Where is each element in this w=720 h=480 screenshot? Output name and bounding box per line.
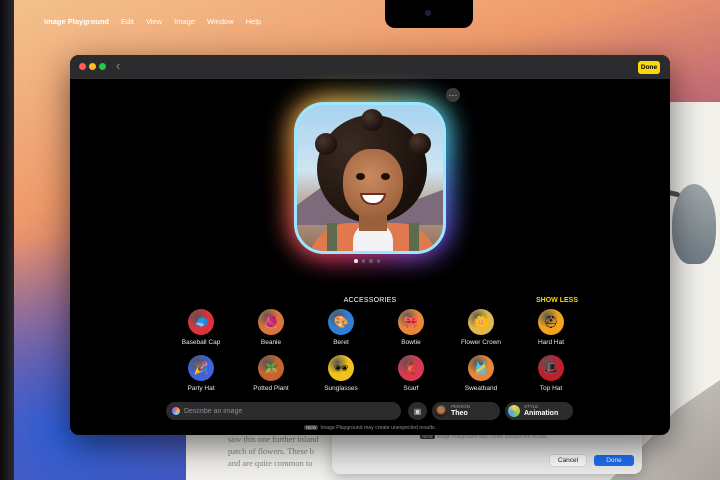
- beret-icon: 🎨: [328, 309, 354, 335]
- done-button[interactable]: Done: [638, 61, 660, 74]
- page-dot[interactable]: [354, 259, 358, 263]
- menu-edit[interactable]: Edit: [121, 17, 134, 26]
- style-key: STYLE: [524, 404, 539, 409]
- menu-bar: Image Playground Edit View Image Window …: [14, 12, 720, 30]
- accessory-item[interactable]: 🎽 Sweatband: [446, 355, 516, 395]
- person-selector[interactable]: PERSON Theo: [432, 402, 500, 420]
- doc-line: and are quite common to: [228, 458, 313, 468]
- style-icon: [508, 405, 520, 417]
- accessory-label: Baseball Cap: [181, 339, 221, 346]
- accessory-label: Sweatband: [464, 385, 498, 392]
- accessory-item[interactable]: 🧢 Baseball Cap: [166, 309, 236, 349]
- warning-text: Image Playground may create unexpected r…: [320, 425, 437, 431]
- fullscreen-window-icon[interactable]: [99, 63, 106, 70]
- accessory-label: Beanie: [260, 339, 282, 346]
- top-hat-icon: 🎩: [538, 355, 564, 381]
- beanie-icon: 🧶: [258, 309, 284, 335]
- accessory-item[interactable]: 🕶 Sunglasses: [306, 355, 376, 395]
- menu-view[interactable]: View: [146, 17, 162, 26]
- accessory-item[interactable]: 🌼 Flower Crown: [446, 309, 516, 349]
- photos-icon: ▣: [413, 406, 422, 416]
- style-value: Animation: [524, 410, 559, 417]
- accessory-label: Party Hat: [187, 385, 215, 392]
- accessory-label: Top Hat: [539, 385, 563, 392]
- bowtie-icon: 🎀: [398, 309, 424, 335]
- camera-notch: [385, 0, 473, 28]
- accessories-grid: 🧢 Baseball Cap 🧶 Beanie 🎨 Beret 🎀 Bowtie 🌼 Flower…: [166, 309, 586, 395]
- page-dot[interactable]: [361, 259, 365, 263]
- menu-image[interactable]: Image: [174, 17, 195, 26]
- accessory-label: Beret: [333, 339, 349, 346]
- accessory-label: Sunglasses: [324, 385, 358, 392]
- backpack-strap: [327, 223, 337, 251]
- party-hat-icon: 🎉: [188, 355, 214, 381]
- eye: [381, 173, 390, 180]
- camera-icon: [425, 10, 431, 16]
- face: [343, 149, 403, 219]
- close-window-icon[interactable]: [79, 63, 86, 70]
- page-dot[interactable]: [376, 259, 380, 263]
- sunglasses-icon: 🕶: [328, 355, 354, 381]
- accessory-label: Hard Hat: [537, 339, 564, 346]
- smile: [360, 193, 386, 205]
- playground-icon: [172, 407, 180, 415]
- hair-curl: [409, 133, 431, 155]
- potted-plant-icon: 🪴: [258, 355, 284, 381]
- menu-window[interactable]: Window: [207, 17, 234, 26]
- back-chevron-icon[interactable]: ‹: [116, 59, 120, 73]
- describe-image-input[interactable]: [184, 404, 394, 418]
- page-indicator: [354, 259, 380, 263]
- person-value: Theo: [451, 410, 468, 417]
- doc-line: patch of flowers. These b: [228, 446, 314, 456]
- accessory-item[interactable]: ⛑ Hard Hat: [516, 309, 586, 349]
- accessory-label: Potted Plant: [253, 385, 289, 392]
- accessories-header: ACCESSORIES: [343, 297, 397, 304]
- image-playground-window: ‹ Done ··· ACCESSORIES SHOW LESS 🧢 Baseba…: [70, 55, 670, 435]
- accessory-item[interactable]: 🧶 Beanie: [236, 309, 306, 349]
- backpack-strap: [409, 223, 419, 251]
- dialog-done-button[interactable]: Done: [594, 455, 634, 466]
- accessory-item[interactable]: 🎀 Bowtie: [376, 309, 446, 349]
- warning-line: NEW Image Playground may create unexpecte…: [70, 425, 670, 431]
- accessory-item[interactable]: 🎩 Top Hat: [516, 355, 586, 395]
- accessory-item[interactable]: 🎉 Party Hat: [166, 355, 236, 395]
- minimize-window-icon[interactable]: [89, 63, 96, 70]
- more-options-icon[interactable]: ···: [446, 88, 460, 102]
- show-less-button[interactable]: SHOW LESS: [536, 297, 578, 304]
- accessory-item[interactable]: 🪴 Potted Plant: [236, 355, 306, 395]
- style-selector[interactable]: STYLE Animation: [505, 402, 573, 420]
- menu-app-name[interactable]: Image Playground: [44, 17, 109, 26]
- new-badge: NEW: [303, 425, 319, 430]
- hair-curl: [315, 133, 337, 155]
- avatar: [435, 405, 447, 417]
- screen-bezel: [0, 0, 14, 480]
- accessory-item[interactable]: 🎨 Beret: [306, 309, 376, 349]
- describe-bar[interactable]: [166, 402, 401, 420]
- baseball-cap-icon: 🧢: [188, 309, 214, 335]
- menu-help[interactable]: Help: [246, 17, 261, 26]
- generated-image[interactable]: [294, 102, 446, 254]
- person-key: PERSON: [451, 404, 471, 409]
- hard-hat-icon: ⛑: [538, 309, 564, 335]
- background-document-text: saw this one further inland patch of flo…: [228, 433, 338, 469]
- hair-curl: [361, 109, 383, 131]
- scarf-icon: 🧣: [398, 355, 424, 381]
- accessory-label: Bowtie: [401, 339, 421, 346]
- title-bar: ‹ Done: [70, 55, 670, 79]
- flower-crown-icon: 🌼: [468, 309, 494, 335]
- accessory-item[interactable]: 🧣 Scarf: [376, 355, 446, 395]
- cancel-button[interactable]: Cancel: [550, 455, 586, 466]
- image-gallery-button[interactable]: ▣: [408, 402, 427, 420]
- accessory-label: Scarf: [403, 385, 419, 392]
- bird-illustration: [655, 170, 720, 270]
- accessory-label: Flower Crown: [460, 339, 502, 346]
- eye: [356, 173, 365, 180]
- sweatband-icon: 🎽: [468, 355, 494, 381]
- page-dot[interactable]: [369, 259, 373, 263]
